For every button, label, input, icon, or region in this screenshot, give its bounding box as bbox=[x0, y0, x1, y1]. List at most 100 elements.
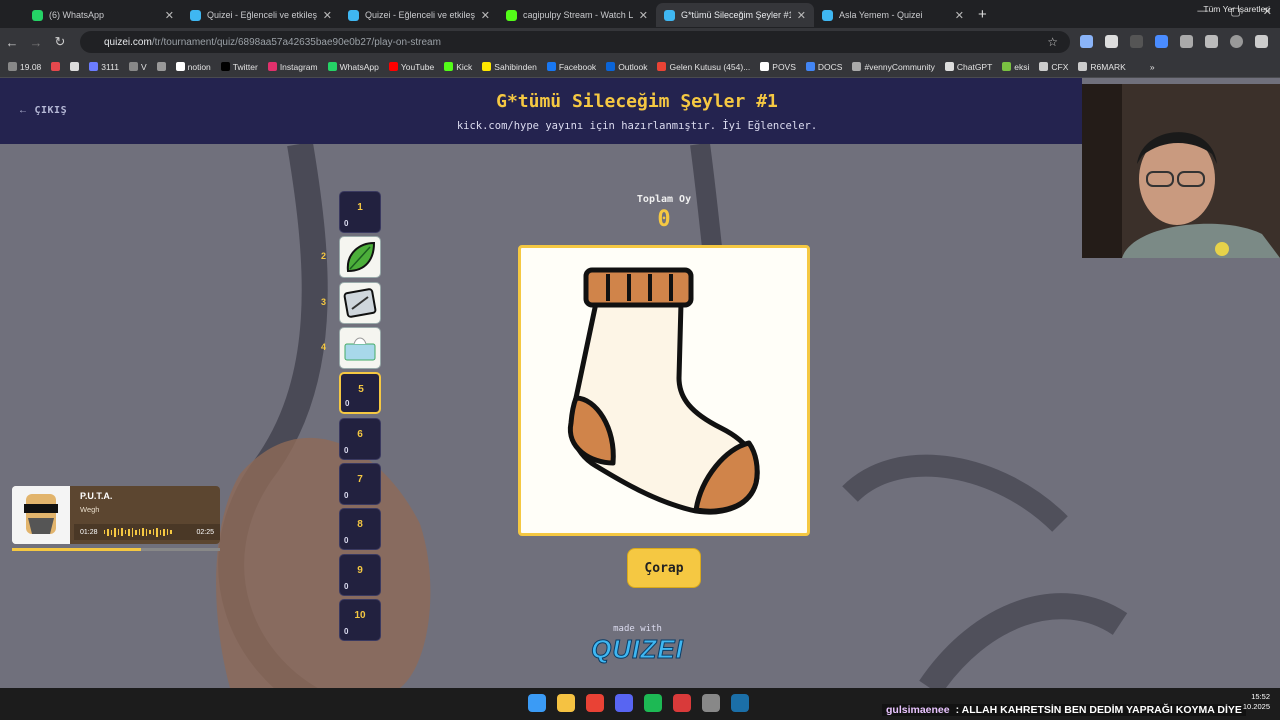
bookmark-item[interactable]: Facebook bbox=[546, 62, 596, 72]
ranking-slot-9[interactable]: 90 bbox=[339, 554, 381, 596]
bookmark-item[interactable]: YouTube bbox=[388, 62, 434, 72]
ranking-slot-6[interactable]: 60 bbox=[339, 418, 381, 460]
more-icon[interactable] bbox=[1255, 35, 1268, 48]
ranking-slot-2[interactable] bbox=[339, 236, 381, 278]
bookmark-favicon-icon bbox=[8, 62, 17, 71]
bookmark-favicon-icon bbox=[220, 62, 230, 71]
bookmark-item[interactable]: #vennyCommunity bbox=[852, 61, 935, 72]
bookmark-label: 19.08 bbox=[20, 61, 42, 72]
chrome-icon[interactable] bbox=[586, 694, 604, 712]
reload-button[interactable]: ↻ bbox=[48, 34, 72, 50]
bookmark-favicon-icon bbox=[89, 62, 99, 71]
bookmark-item[interactable]: Sahibinden bbox=[482, 62, 537, 72]
slot-votes: 0 bbox=[344, 536, 349, 545]
browser-tab[interactable]: Asla Yemem - Quizei ✕ bbox=[814, 3, 972, 27]
bookmark-favicon-icon bbox=[444, 62, 454, 71]
close-tab-icon[interactable]: ✕ bbox=[797, 9, 806, 22]
bookmark-item[interactable]: Twitter bbox=[220, 62, 258, 72]
ranking-slot-4[interactable] bbox=[339, 327, 381, 369]
browser-tab[interactable]: (6) WhatsApp ✕ bbox=[24, 3, 182, 27]
close-tab-icon[interactable]: ✕ bbox=[955, 9, 964, 22]
bookmark-item[interactable]: DOCS bbox=[805, 62, 842, 72]
bookmark-favicon-icon bbox=[267, 62, 277, 71]
browser-tab[interactable]: cagipulpy Stream - Watch Live ✕ bbox=[498, 3, 656, 27]
quizei-logo[interactable]: QUIZEI bbox=[590, 634, 685, 665]
tab-title: Quizei - Eğlenceli ve etkileşimli bbox=[207, 10, 317, 20]
menu-icon[interactable] bbox=[1205, 35, 1218, 48]
current-item-card[interactable] bbox=[518, 245, 810, 536]
bookmark-label: eksi bbox=[1014, 61, 1030, 72]
bookmark-item[interactable]: eksi bbox=[1002, 62, 1029, 72]
all-bookmarks-folder[interactable]: Tüm Yer İşaretleri bbox=[1203, 4, 1270, 14]
waveform-bar bbox=[159, 529, 162, 535]
url-field[interactable]: quizei.com/tr/tournament/quiz/6898aa57a4… bbox=[80, 31, 1070, 53]
windows-start-icon[interactable] bbox=[528, 694, 546, 712]
discord-icon[interactable] bbox=[615, 694, 633, 712]
bookmark-item[interactable]: 19.08 bbox=[8, 62, 41, 72]
extension-icon[interactable] bbox=[1105, 35, 1118, 48]
device-icon bbox=[340, 288, 380, 327]
bookmark-label: CFX bbox=[1051, 61, 1069, 72]
bookmark-favicon-icon bbox=[70, 62, 80, 71]
close-tab-icon[interactable]: ✕ bbox=[481, 9, 490, 22]
bookmark-star-icon[interactable]: ☆ bbox=[1047, 35, 1058, 49]
extension-icon[interactable] bbox=[1155, 35, 1168, 48]
answer-button[interactable]: Çorap bbox=[627, 548, 701, 588]
streaming-app-icon[interactable] bbox=[673, 694, 691, 712]
extension-icon[interactable] bbox=[1130, 35, 1143, 48]
ranking-slot-8[interactable]: 80 bbox=[339, 508, 381, 550]
bookmark-item[interactable] bbox=[156, 62, 166, 71]
file-explorer-icon[interactable] bbox=[557, 694, 575, 712]
close-tab-icon[interactable]: ✕ bbox=[323, 9, 332, 22]
bookmarks-bar: 19.08 3111 Vnotion Twitter Instagram WhatsApp… bbox=[0, 56, 1280, 78]
bookmark-item[interactable] bbox=[70, 62, 80, 71]
bookmark-item[interactable]: Instagram bbox=[267, 62, 318, 72]
bookmark-item[interactable]: R6MARK bbox=[1078, 62, 1126, 72]
bookmark-item[interactable]: V bbox=[128, 62, 147, 72]
extension-icon[interactable] bbox=[1080, 35, 1093, 48]
bookmark-label: #vennyCommunity bbox=[864, 61, 935, 72]
forward-button[interactable]: → bbox=[24, 35, 48, 50]
system-clock[interactable]: 15:52 10.2025 bbox=[1243, 692, 1270, 712]
bookmark-item[interactable]: 3111 bbox=[89, 62, 119, 72]
bookmark-item[interactable]: ChatGPT bbox=[944, 62, 992, 72]
slot-rank-label: 4 bbox=[321, 342, 327, 352]
song-title: P.U.T.A. bbox=[80, 491, 113, 501]
puzzle-icon[interactable] bbox=[1180, 35, 1193, 48]
new-tab-button[interactable]: + bbox=[978, 6, 987, 23]
close-tab-icon[interactable]: ✕ bbox=[165, 9, 174, 22]
bookmark-favicon-icon bbox=[482, 62, 492, 71]
ranking-slot-5[interactable]: 50 bbox=[339, 372, 381, 414]
bookmark-item[interactable]: Kick bbox=[444, 62, 472, 72]
bookmark-favicon-icon bbox=[852, 62, 862, 71]
bookmark-favicon-icon bbox=[327, 62, 337, 71]
ranking-slot-10[interactable]: 10 0 bbox=[339, 599, 381, 641]
spotify-icon[interactable] bbox=[644, 694, 662, 712]
bookmark-item[interactable]: notion bbox=[175, 62, 211, 72]
url-host: quizei.com bbox=[104, 36, 152, 48]
bookmark-favicon-icon bbox=[388, 62, 398, 71]
clock-time: 15:52 bbox=[1251, 692, 1270, 701]
waveform-bar bbox=[124, 530, 127, 534]
bookmark-item[interactable]: WhatsApp bbox=[327, 62, 379, 72]
more-bookmarks-chevron-icon[interactable]: » bbox=[1150, 62, 1155, 72]
settings-icon[interactable] bbox=[702, 694, 720, 712]
bookmark-item[interactable]: CFX bbox=[1039, 62, 1068, 72]
bookmark-item[interactable]: POVS bbox=[760, 62, 796, 72]
back-button[interactable]: ← bbox=[0, 35, 24, 50]
browser-tab[interactable]: Quizei - Eğlenceli ve etkileşimli ✕ bbox=[182, 3, 340, 27]
steam-icon[interactable] bbox=[731, 694, 749, 712]
bookmark-item[interactable]: Gelen Kutusu (454)... bbox=[657, 62, 750, 72]
close-tab-icon[interactable]: ✕ bbox=[639, 9, 648, 22]
profile-avatar[interactable] bbox=[1230, 35, 1243, 48]
ranking-slot-1[interactable]: 10 bbox=[339, 191, 381, 233]
browser-tab[interactable]: Quizei - Eğlenceli ve etkileşimli ✕ bbox=[340, 3, 498, 27]
browser-tab[interactable]: G*tümü Sileceğim Şeyler #1 - Q ✕ bbox=[656, 3, 814, 27]
ranking-slot-7[interactable]: 70 bbox=[339, 463, 381, 505]
ranking-slot-3[interactable] bbox=[339, 282, 381, 324]
tab-title: cagipulpy Stream - Watch Live bbox=[523, 10, 633, 20]
bookmark-item[interactable]: Outlook bbox=[606, 62, 647, 72]
quizei-icon bbox=[664, 9, 675, 21]
bookmark-item[interactable] bbox=[51, 62, 61, 71]
tab-title: Asla Yemem - Quizei bbox=[839, 10, 923, 20]
